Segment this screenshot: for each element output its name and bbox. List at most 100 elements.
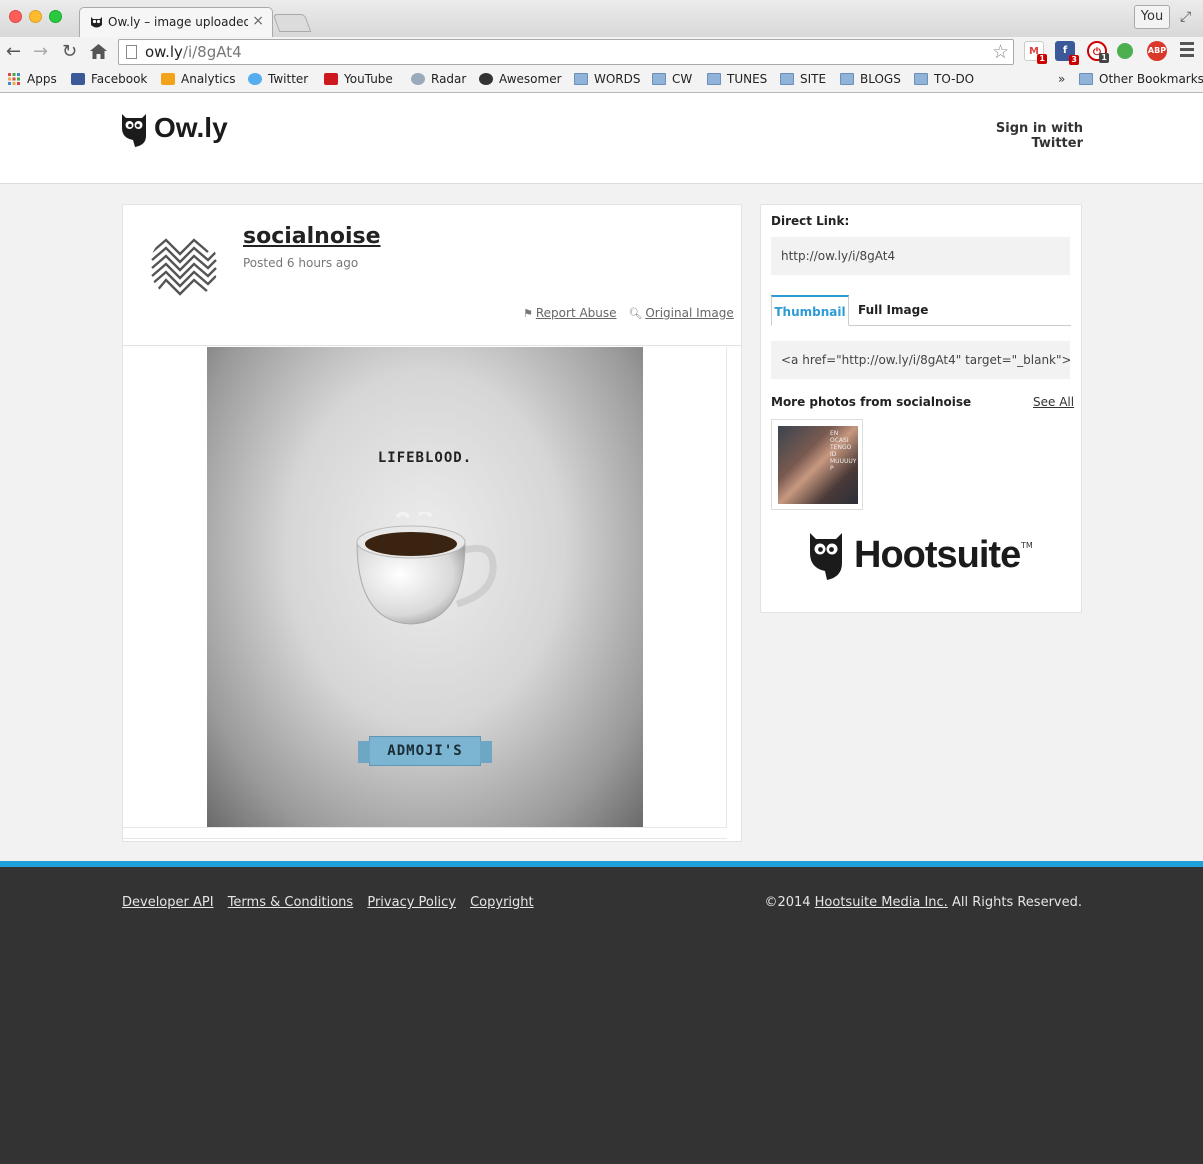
bookmark-star-icon[interactable]: ☆ (992, 41, 1009, 63)
hootsuite-wordmark: Hootsuite (854, 534, 1021, 576)
folder-icon (840, 73, 854, 85)
original-image-link[interactable]: Original Image (645, 306, 733, 320)
window-minimize-button[interactable] (29, 10, 42, 23)
address-bar[interactable]: ow.ly/i/8gAt4 ☆ (118, 39, 1014, 65)
bookmark-facebook[interactable]: Facebook (71, 72, 147, 86)
hootsuite-owl-icon (810, 533, 842, 580)
back-arrow-icon[interactable]: ← (6, 41, 21, 62)
bookmark-radar[interactable]: Radar (411, 72, 466, 86)
uploaded-photo[interactable]: LIFEBLOOD. ADMOJI'S (207, 347, 643, 827)
bookmark-folder-cw[interactable]: CW (652, 72, 692, 86)
bookmark-apps[interactable]: Apps (7, 72, 57, 86)
footer-link-terms[interactable]: Terms & Conditions (228, 895, 354, 910)
reload-icon[interactable]: ↻ (62, 41, 77, 62)
direct-link-field[interactable]: http://ow.ly/i/8gAt4 (771, 237, 1070, 275)
bookmark-label: Radar (431, 72, 467, 86)
more-photos-label: More photos from socialnoise (771, 395, 972, 409)
folder-icon (780, 73, 794, 85)
more-photo-thumbnail[interactable]: EN OCASI TENGO ID MUUUUY P (771, 419, 863, 510)
bookmark-other[interactable]: Other Bookmarks (1079, 72, 1203, 86)
bookmark-awesomer[interactable]: Awesomer (479, 72, 562, 86)
bookmark-label: Facebook (91, 72, 148, 86)
stop-badge: 1 (1099, 53, 1109, 63)
see-all-link[interactable]: See All (1033, 395, 1074, 409)
url-text[interactable]: ow.ly/i/8gAt4 (145, 43, 242, 61)
share-sidebar: Direct Link: http://ow.ly/i/8gAt4 Thumbn… (760, 204, 1082, 613)
forward-arrow-icon[interactable]: → (33, 41, 48, 62)
bookmarks-bar: Apps Facebook Analytics Twitter YouTube … (0, 68, 1203, 92)
owl-favicon-icon (91, 17, 102, 28)
tab-title: Ow.ly – image uploaded by (108, 15, 248, 29)
browser-chrome: Ow.ly – image uploaded by × You ⤢ ← → ↻ … (0, 0, 1203, 93)
sign-in-twitter-link[interactable]: Sign in with Twitter (948, 121, 1083, 151)
bookmark-analytics[interactable]: Analytics (161, 72, 236, 86)
bookmark-label: WORDS (594, 72, 641, 86)
footer-link-developer-api[interactable]: Developer API (122, 895, 214, 910)
folder-icon (652, 73, 666, 85)
report-abuse-link[interactable]: Report Abuse (536, 306, 617, 320)
company-link[interactable]: Hootsuite Media Inc. (815, 895, 948, 910)
footer-link-copyright[interactable]: Copyright (470, 895, 534, 910)
awesomer-icon (479, 73, 493, 85)
tab-full-image[interactable]: Full Image (858, 295, 928, 326)
username-link[interactable]: socialnoise (243, 224, 381, 249)
hangouts-extension-icon[interactable] (1117, 43, 1133, 59)
bookmark-folder-blogs[interactable]: BLOGS (840, 72, 901, 86)
chevron-pattern-avatar-icon (151, 238, 217, 296)
thumbnail-caption: EN OCASI TENGO ID MUUUUY P (830, 430, 857, 472)
bookmark-folder-site[interactable]: SITE (780, 72, 826, 86)
bookmark-label: Apps (27, 72, 57, 86)
folder-icon (574, 73, 588, 85)
home-icon[interactable] (90, 44, 107, 59)
bookmark-folder-words[interactable]: WORDS (574, 72, 641, 86)
thumbnail-image: EN OCASI TENGO ID MUUUUY P (778, 426, 858, 504)
window-close-button[interactable] (9, 10, 22, 23)
bookmark-folder-todo[interactable]: TO-DO (914, 72, 974, 86)
copyright-prefix: ©2014 (764, 895, 815, 910)
browser-tab[interactable]: Ow.ly – image uploaded by × (79, 7, 273, 37)
avatar[interactable] (150, 232, 218, 300)
owl-logo-icon (122, 114, 146, 147)
radar-icon (411, 73, 425, 85)
bookmark-label: Analytics (181, 72, 236, 86)
gmail-badge: 1 (1037, 54, 1047, 64)
stop-extension-icon[interactable]: ⏻ 1 (1087, 41, 1109, 63)
bookmark-label: Awesomer (499, 72, 562, 86)
window-maximize-button[interactable] (49, 10, 62, 23)
site-footer: Developer API Terms & Conditions Privacy… (0, 861, 1203, 1164)
embed-code-field[interactable]: <a href="http://ow.ly/i/8gAt4" target="_… (771, 341, 1070, 379)
flag-icon: ⚑ (523, 307, 533, 320)
logo-text: Ow.ly (154, 112, 228, 143)
tab-thumbnail[interactable]: Thumbnail (771, 295, 849, 326)
analytics-icon (161, 73, 175, 85)
bookmarks-overflow-icon[interactable]: » (1058, 72, 1065, 86)
tab-close-icon[interactable]: × (252, 13, 264, 29)
bookmark-folder-tunes[interactable]: TUNES (707, 72, 767, 86)
bookmark-twitter[interactable]: Twitter (248, 72, 308, 86)
bookmark-label: TUNES (727, 72, 768, 86)
new-tab-button[interactable] (272, 14, 312, 32)
hootsuite-logo[interactable]: Hootsuite TM (809, 531, 1039, 583)
gmail-extension-icon[interactable]: M1 (1024, 41, 1047, 64)
bookmark-label: YouTube (344, 72, 393, 86)
bookmark-youtube[interactable]: YouTube (324, 72, 393, 86)
bookmark-label: SITE (800, 72, 827, 86)
chrome-menu-icon[interactable] (1180, 42, 1194, 60)
facebook-extension-icon[interactable]: f3 (1055, 41, 1079, 65)
coffee-cup-image-icon (356, 512, 497, 625)
url-host: ow.ly (145, 43, 183, 61)
bookmark-label: Twitter (268, 72, 309, 86)
post-card: socialnoise Posted 6 hours ago ⚑ Report A… (122, 204, 742, 842)
post-header: socialnoise Posted 6 hours ago ⚑ Report A… (123, 205, 741, 346)
posted-time: Posted 6 hours ago (243, 256, 359, 270)
apps-grid-icon (8, 73, 20, 85)
profile-button[interactable]: You (1134, 5, 1170, 29)
facebook-badge: 3 (1069, 55, 1079, 65)
adblock-extension-icon[interactable]: ABP (1147, 41, 1167, 61)
footer-links: Developer API Terms & Conditions Privacy… (122, 895, 544, 910)
fullscreen-icon[interactable]: ⤢ (1180, 9, 1191, 25)
footer-link-privacy[interactable]: Privacy Policy (367, 895, 456, 910)
bookmark-label: CW (672, 72, 693, 86)
url-path: /i/8gAt4 (182, 43, 242, 61)
trademark: TM (1021, 541, 1033, 550)
